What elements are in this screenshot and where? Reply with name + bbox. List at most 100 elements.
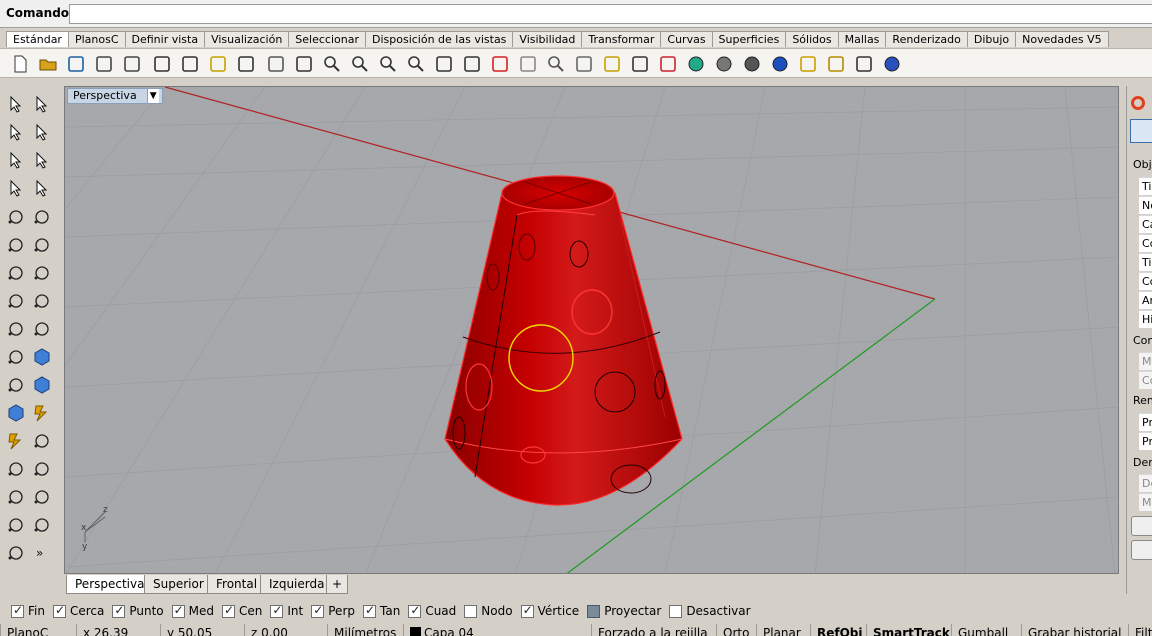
osnap-checkbox[interactable]: [669, 604, 683, 618]
properties-row[interactable]: Ca: [1139, 215, 1152, 233]
viewport-tab-perspectiva[interactable]: Perspectiva: [66, 575, 154, 594]
highlight-icon[interactable]: [796, 52, 820, 76]
zoom-extents-icon[interactable]: [376, 52, 400, 76]
light-bulb-icon[interactable]: [600, 52, 624, 76]
snap-grid-icon[interactable]: [852, 52, 876, 76]
osnap-vértice[interactable]: Vértice: [520, 603, 579, 618]
select-point-icon[interactable]: [3, 120, 29, 146]
osnap-checkbox[interactable]: [520, 603, 534, 618]
toolbar-tab-13[interactable]: Dibujo: [967, 31, 1017, 47]
arc-tool-icon[interactable]: [29, 260, 55, 286]
osnap-checkbox[interactable]: [112, 603, 126, 618]
undo-icon[interactable]: [234, 52, 258, 76]
color-wheel-icon[interactable]: [684, 52, 708, 76]
viewport-tab-izquierda[interactable]: Izquierda: [260, 575, 334, 594]
dimension-icon[interactable]: [29, 428, 55, 454]
lock-view-icon[interactable]: [516, 52, 540, 76]
zoom-window-icon[interactable]: [320, 52, 344, 76]
toolbar-tab-1[interactable]: PlanosC: [68, 31, 126, 47]
help-icon[interactable]: [880, 52, 904, 76]
properties-row[interactable]: Nc: [1139, 196, 1152, 214]
viewport-tab-frontal[interactable]: Frontal: [207, 575, 267, 594]
layer-icon[interactable]: [656, 52, 680, 76]
osnap-perp[interactable]: Perp: [311, 603, 355, 618]
properties-row[interactable]: Cc: [1139, 272, 1152, 290]
extrude-icon[interactable]: [3, 344, 29, 370]
properties-row[interactable]: Hi: [1139, 310, 1152, 328]
osnap-cuad[interactable]: Cuad: [408, 603, 456, 618]
toolbar-tab-5[interactable]: Disposición de las vistas: [366, 31, 514, 47]
select-curve-icon[interactable]: [29, 120, 55, 146]
properties-row[interactable]: Cc: [1139, 371, 1152, 389]
properties-row[interactable]: Ar: [1139, 291, 1152, 309]
add-viewport-tab-button[interactable]: +: [326, 575, 349, 594]
circle-select-icon[interactable]: [544, 52, 568, 76]
properties-action-button[interactable]: [1131, 540, 1152, 560]
more-tools-icon[interactable]: »: [29, 540, 55, 566]
point-tool-icon[interactable]: [3, 204, 29, 230]
osnap-checkbox[interactable]: [171, 603, 185, 618]
osnap-cen[interactable]: Cen: [222, 603, 262, 618]
array-icon[interactable]: [3, 456, 29, 482]
copy-icon[interactable]: [178, 52, 202, 76]
surface-patch-icon[interactable]: [29, 316, 55, 342]
toolbar-tab-7[interactable]: Transformar: [582, 31, 662, 47]
car-icon[interactable]: [488, 52, 512, 76]
rotate-view-icon[interactable]: [432, 52, 456, 76]
circle-tool-icon[interactable]: [29, 232, 55, 258]
toolbar-tab-3[interactable]: Visualización: [205, 31, 290, 47]
point-icon[interactable]: [572, 52, 596, 76]
osnap-nodo[interactable]: Nodo: [464, 604, 513, 618]
status-planar[interactable]: Planar: [756, 624, 801, 636]
osnap-checkbox[interactable]: [52, 603, 66, 618]
viewport-title[interactable]: Perspectiva ▼: [67, 88, 163, 104]
properties-row[interactable]: Pr: [1139, 413, 1152, 431]
sphere-render-icon[interactable]: [740, 52, 764, 76]
fillet-icon[interactable]: [3, 512, 29, 538]
new-file-icon[interactable]: [8, 52, 32, 76]
osnap-desactivar[interactable]: Desactivar: [669, 604, 751, 618]
osnap-tan[interactable]: Tan: [363, 603, 400, 618]
toolbar-tab-6[interactable]: Visibilidad: [513, 31, 583, 47]
move-icon[interactable]: [29, 484, 55, 510]
status-units[interactable]: Milímetros: [327, 624, 396, 636]
osnap-checkbox[interactable]: [587, 604, 601, 618]
status-gumball[interactable]: Gumball: [951, 624, 1008, 636]
paste-icon[interactable]: [206, 52, 230, 76]
toolbar-tab-2[interactable]: Definir vista: [125, 31, 206, 47]
select-arrow-icon[interactable]: [3, 92, 29, 118]
curve-tool-icon[interactable]: [3, 232, 29, 258]
osnap-checkbox[interactable]: [222, 603, 236, 618]
select-all-icon[interactable]: [29, 176, 55, 202]
properties-action-button[interactable]: [1131, 516, 1152, 536]
pan-hand-icon[interactable]: [264, 52, 288, 76]
toolbar-tab-4[interactable]: Seleccionar: [289, 31, 366, 47]
text-tool-icon[interactable]: [29, 512, 55, 538]
explode-icon[interactable]: [3, 484, 29, 510]
material-tab-icon[interactable]: [1130, 119, 1152, 143]
osnap-med[interactable]: Med: [171, 603, 214, 618]
status-refobj[interactable]: RefObj: [810, 624, 863, 636]
curve-fillet-icon[interactable]: [3, 316, 29, 342]
move-view-icon[interactable]: [292, 52, 316, 76]
status-history[interactable]: Grabar historial: [1021, 624, 1122, 636]
import-icon[interactable]: [120, 52, 144, 76]
polygon-tool-icon[interactable]: [29, 288, 55, 314]
properties-color-icon[interactable]: [1131, 96, 1145, 110]
osnap-checkbox[interactable]: [270, 603, 284, 618]
rectangle-tool-icon[interactable]: [3, 288, 29, 314]
properties-row[interactable]: Cc: [1139, 234, 1152, 252]
osnap-checkbox[interactable]: [408, 603, 422, 618]
osnap-cerca[interactable]: Cerca: [52, 603, 104, 618]
properties-row[interactable]: De: [1139, 474, 1152, 492]
select-arrow-alt-icon[interactable]: [29, 92, 55, 118]
toolbar-tab-12[interactable]: Renderizado: [886, 31, 968, 47]
save-icon[interactable]: [64, 52, 88, 76]
osnap-proyectar[interactable]: Proyectar: [587, 604, 661, 618]
osnap-checkbox[interactable]: [464, 604, 478, 618]
toolbar-tab-14[interactable]: Novedades V5: [1016, 31, 1109, 47]
osnap-int[interactable]: Int: [270, 603, 303, 618]
select-surface-icon[interactable]: [3, 148, 29, 174]
toolbar-tab-0[interactable]: Estándar: [6, 31, 69, 47]
perspective-viewport[interactable]: z x y Perspectiva ▼: [64, 86, 1119, 574]
